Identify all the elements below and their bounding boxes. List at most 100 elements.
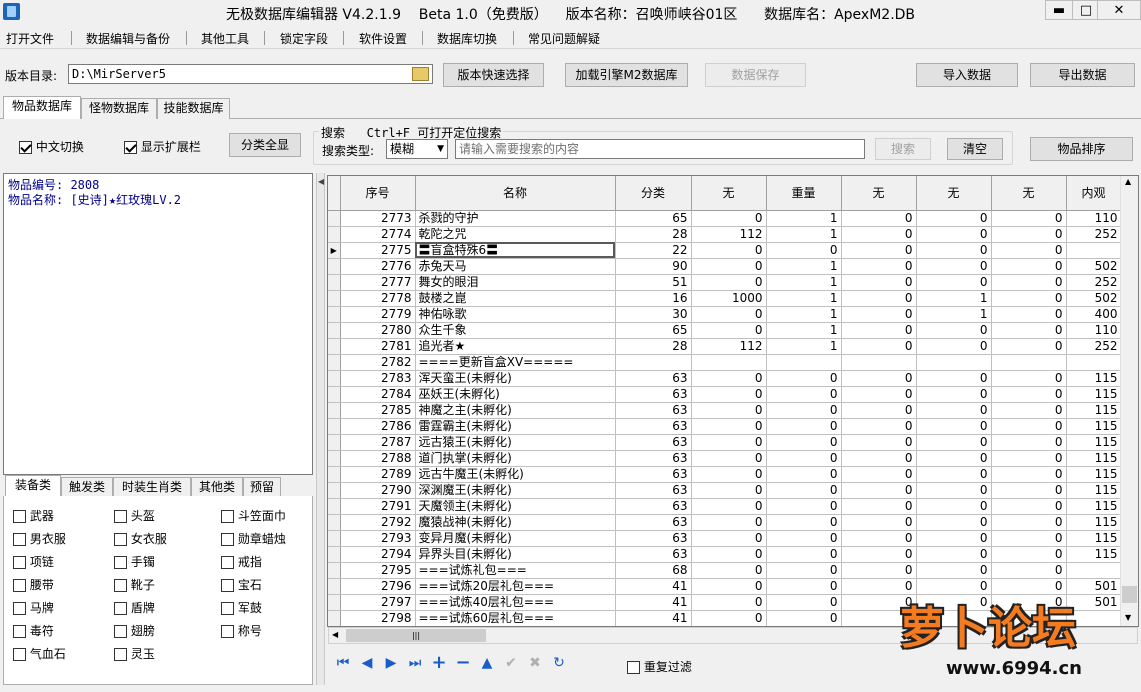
table-cell[interactable]: 0: [691, 322, 767, 339]
cat-shield[interactable]: 盾牌: [114, 599, 155, 616]
table-cell[interactable]: 0: [691, 578, 767, 595]
table-cell[interactable]: 115: [1066, 466, 1122, 483]
maximize-button[interactable]: □: [1072, 0, 1100, 20]
table-cell[interactable]: 0: [841, 482, 917, 499]
cat-talisman[interactable]: 毒符: [13, 622, 54, 639]
nav-insert-icon[interactable]: +: [429, 654, 449, 672]
table-cell[interactable]: 0: [841, 370, 917, 387]
cat-tab-reserved[interactable]: 预留: [243, 477, 281, 498]
table-cell[interactable]: 0: [766, 546, 842, 563]
cat-necklace[interactable]: 项链: [13, 553, 54, 570]
row-indicator[interactable]: [328, 274, 341, 291]
row-indicator[interactable]: [328, 546, 341, 563]
table-cell[interactable]: 1: [766, 258, 842, 275]
table-cell[interactable]: 2786: [340, 418, 416, 435]
table-cell[interactable]: 远古牛魔王(未孵化): [415, 466, 616, 483]
table-cell[interactable]: 65: [615, 322, 692, 339]
table-cell[interactable]: 〓盲盒特殊6〓: [415, 242, 616, 259]
table-row[interactable]: 2782 ====更新盲盒XV=====: [328, 354, 1122, 371]
table-cell[interactable]: 0: [916, 386, 992, 403]
table-cell[interactable]: 115: [1066, 530, 1122, 547]
table-cell[interactable]: 0: [916, 562, 992, 579]
table-cell[interactable]: 1000: [691, 290, 767, 307]
row-indicator[interactable]: [328, 578, 341, 595]
table-cell[interactable]: 0: [916, 418, 992, 435]
table-cell[interactable]: 252: [1066, 226, 1122, 243]
table-row[interactable]: 2792 魔猿战神(未孵化) 63 0 0 0 0 0 115: [328, 514, 1122, 531]
cat-gem[interactable]: 宝石: [221, 576, 262, 593]
table-cell[interactable]: 0: [916, 210, 992, 227]
table-cell[interactable]: 0: [841, 210, 917, 227]
table-cell[interactable]: 0: [841, 290, 917, 307]
nav-cancel-icon[interactable]: ✖: [525, 654, 545, 672]
nav-edit-icon[interactable]: ▲: [477, 654, 497, 672]
table-cell[interactable]: 0: [766, 562, 842, 579]
row-indicator[interactable]: [328, 322, 341, 339]
row-indicator[interactable]: [328, 210, 341, 227]
table-row[interactable]: 2778 鼓楼之崑 16 1000 1 0 1 0 502: [328, 290, 1122, 307]
table-cell[interactable]: ===试炼60层礼包===: [415, 610, 616, 626]
table-cell[interactable]: 112: [691, 338, 767, 355]
row-indicator[interactable]: [328, 386, 341, 403]
search-button[interactable]: 搜索: [875, 138, 931, 160]
table-cell[interactable]: 0: [841, 434, 917, 451]
table-cell[interactable]: 2789: [340, 466, 416, 483]
table-cell[interactable]: 0: [691, 402, 767, 419]
table-cell[interactable]: 0: [991, 242, 1067, 259]
col-header-none1[interactable]: 无: [691, 176, 767, 211]
import-data-button[interactable]: 导入数据: [916, 63, 1018, 87]
table-cell[interactable]: 252: [1066, 274, 1122, 291]
table-cell[interactable]: 0: [991, 418, 1067, 435]
table-cell[interactable]: ===试炼20层礼包===: [415, 578, 616, 595]
row-indicator[interactable]: [328, 594, 341, 611]
table-cell[interactable]: 0: [991, 482, 1067, 499]
table-cell[interactable]: 22: [615, 242, 692, 259]
table-cell[interactable]: 0: [766, 386, 842, 403]
table-cell[interactable]: 神魔之主(未孵化): [415, 402, 616, 419]
table-cell[interactable]: 115: [1066, 418, 1122, 435]
table-cell[interactable]: 2783: [340, 370, 416, 387]
table-cell[interactable]: 2798: [340, 610, 416, 626]
table-cell[interactable]: 41: [615, 610, 692, 626]
table-cell[interactable]: 众生千象: [415, 322, 616, 339]
row-indicator[interactable]: ▶: [328, 242, 341, 259]
table-cell[interactable]: 0: [766, 466, 842, 483]
table-cell[interactable]: 0: [691, 370, 767, 387]
row-indicator[interactable]: [328, 562, 341, 579]
table-cell[interactable]: 0: [991, 514, 1067, 531]
table-cell[interactable]: 0: [766, 594, 842, 611]
table-cell[interactable]: 乾陀之咒: [415, 226, 616, 243]
table-cell[interactable]: 115: [1066, 434, 1122, 451]
table-cell[interactable]: ====更新盲盒XV=====: [415, 354, 616, 371]
table-cell[interactable]: 115: [1066, 402, 1122, 419]
row-indicator[interactable]: [328, 338, 341, 355]
cat-jade[interactable]: 灵玉: [114, 645, 155, 662]
repeat-filter-checkbox[interactable]: 重复过滤: [627, 658, 692, 675]
table-cell[interactable]: 115: [1066, 450, 1122, 467]
table-row[interactable]: 2793 变异月魔(未孵化) 63 0 0 0 0 0 115: [328, 530, 1122, 547]
table-cell[interactable]: 0: [916, 466, 992, 483]
table-cell[interactable]: 2794: [340, 546, 416, 563]
save-data-button[interactable]: 数据保存: [705, 63, 806, 87]
table-cell[interactable]: 2796: [340, 578, 416, 595]
table-row[interactable]: 2788 道门执掌(未孵化) 63 0 0 0 0 0 115: [328, 450, 1122, 467]
table-cell[interactable]: 0: [766, 402, 842, 419]
col-header-weight[interactable]: 重量: [766, 176, 842, 211]
table-cell[interactable]: 1: [766, 210, 842, 227]
col-header-name[interactable]: 名称: [415, 176, 616, 211]
table-cell[interactable]: 0: [991, 274, 1067, 291]
table-cell[interactable]: 0: [691, 210, 767, 227]
table-row[interactable]: 2791 天魔领主(未孵化) 63 0 0 0 0 0 115: [328, 498, 1122, 515]
cat-title[interactable]: 称号: [221, 622, 262, 639]
table-cell[interactable]: 0: [841, 402, 917, 419]
table-cell[interactable]: 0: [991, 226, 1067, 243]
table-cell[interactable]: 2797: [340, 594, 416, 611]
row-indicator[interactable]: [328, 258, 341, 275]
table-cell[interactable]: 0: [766, 514, 842, 531]
minimize-button[interactable]: ▬: [1045, 0, 1073, 20]
data-grid[interactable]: 序号 名称 分类 无 重量 无 无 无 内观 2773 杀戮的守护 65 0 1 0 0 0 1…: [327, 175, 1139, 627]
menu-faq[interactable]: 常见问题解疑: [528, 30, 600, 47]
table-row[interactable]: 2779 神佑咏歌 30 0 1 0 1 0 400: [328, 306, 1122, 323]
table-cell[interactable]: 2785: [340, 402, 416, 419]
table-row[interactable]: 2785 神魔之主(未孵化) 63 0 0 0 0 0 115: [328, 402, 1122, 419]
